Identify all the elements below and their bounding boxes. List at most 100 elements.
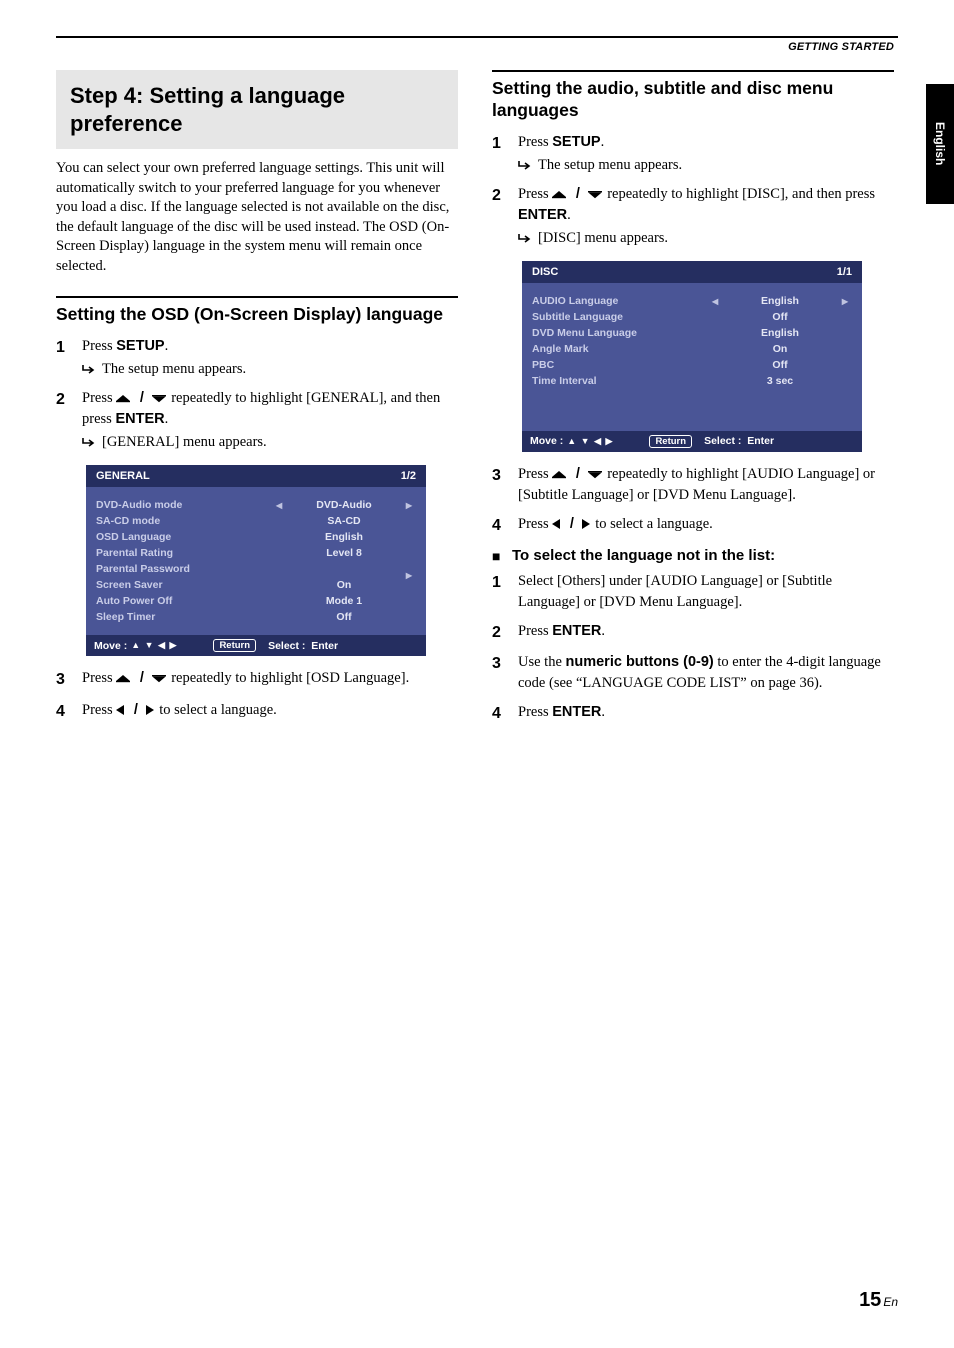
osd-row-value: English: [708, 327, 852, 339]
osd-row-label: Subtitle Language: [532, 311, 708, 323]
left-column: Step 4: Setting a language preference Yo…: [56, 70, 458, 734]
step-item: 2 Press / repeatedly to highlight [DISC]…: [492, 184, 894, 249]
osd-row: Screen SaverOn: [96, 577, 416, 593]
result-arrow-icon: [82, 432, 102, 453]
osd-menu-general: GENERAL 1/2 DVD-Audio modeDVD-Audio◀▶SA-…: [86, 465, 426, 656]
osd-footer-move: Move : ▲ ▼ ◀ ▶: [94, 640, 177, 652]
square-bullet-icon: ■: [492, 547, 512, 565]
step-title-box: Step 4: Setting a language preference: [56, 70, 458, 149]
step-item: 4 Press / to select a language.: [56, 700, 458, 723]
osd-row: OSD LanguageEnglish: [96, 529, 416, 545]
osd-row: AUDIO LanguageEnglish◀▶: [532, 293, 852, 309]
result-text: The setup menu appears.: [102, 359, 246, 380]
down-icon: [588, 191, 604, 200]
osd-row: PBCOff: [532, 357, 852, 373]
section-heading-disc: Setting the audio, subtitle and disc men…: [492, 78, 894, 122]
osd-row-value: Level 8: [272, 547, 416, 559]
osd-row: Auto Power OffMode 1: [96, 593, 416, 609]
osd-row-value: Off: [708, 359, 852, 371]
result-text: [DISC] menu appears.: [538, 228, 668, 249]
result-arrow-icon: [518, 228, 538, 249]
osd-row-label: SA-CD mode: [96, 515, 272, 527]
top-rule: [56, 36, 898, 38]
header-label: GETTING STARTED: [56, 41, 898, 56]
right-column: Setting the audio, subtitle and disc men…: [492, 70, 894, 734]
page-number: 15En: [859, 1289, 898, 1312]
osd-row: Sleep TimerOff: [96, 609, 416, 625]
step-number: 2: [492, 621, 518, 644]
result-text: [GENERAL] menu appears.: [102, 432, 267, 453]
step-number: 3: [492, 464, 518, 487]
osd-page-indicator: 1/1: [837, 266, 852, 278]
osd-row-value: English: [272, 531, 416, 543]
button-label: ENTER: [115, 411, 164, 427]
step-number: 2: [492, 184, 518, 207]
osd-row-label: Screen Saver: [96, 579, 272, 591]
button-label: ENTER: [552, 704, 601, 720]
step-number: 4: [492, 702, 518, 725]
section-heading-osd: Setting the OSD (On-Screen Display) lang…: [56, 304, 458, 326]
step-number: 2: [56, 388, 82, 411]
button-label: SETUP: [116, 338, 164, 354]
left-icon: [116, 705, 126, 716]
osd-footer-select: Select : Enter: [268, 640, 338, 652]
osd-footer-move: Move : ▲ ▼ ◀ ▶: [530, 435, 613, 447]
sub-heading-notinlist: ■ To select the language not in the list…: [492, 547, 894, 565]
step-item: 1 Select [Others] under [AUDIO Language]…: [492, 571, 894, 613]
down-icon: [152, 395, 168, 404]
osd-row-value: 3 sec: [708, 375, 852, 387]
step-number: 3: [492, 652, 518, 675]
step-number: 1: [56, 336, 82, 359]
left-icon: [552, 519, 562, 530]
result-arrow-icon: [518, 155, 538, 176]
osd-row-label: DVD-Audio mode: [96, 499, 272, 511]
step-item: 4 Press ENTER.: [492, 702, 894, 725]
intro-paragraph: You can select your own preferred langua…: [56, 159, 458, 276]
osd-row-value: Off: [708, 311, 852, 323]
result-text: The setup menu appears.: [538, 155, 682, 176]
button-label: ENTER: [552, 623, 601, 639]
osd-row: DVD-Audio modeDVD-Audio◀▶: [96, 497, 416, 513]
osd-row: Angle MarkOn: [532, 341, 852, 357]
osd-row-value: Mode 1: [272, 595, 416, 607]
step-item: 4 Press / to select a language.: [492, 514, 894, 537]
up-icon: [552, 191, 568, 200]
step-item: 3 Press / repeatedly to highlight [AUDIO…: [492, 464, 894, 506]
result-arrow-icon: [82, 359, 102, 380]
osd-footer-return: Return: [649, 435, 692, 448]
osd-row: Parental Password▶: [96, 561, 416, 577]
osd-row: SA-CD modeSA-CD: [96, 513, 416, 529]
step-item: 3 Use the numeric buttons (0-9) to enter…: [492, 652, 894, 694]
step-number: 1: [492, 571, 518, 594]
osd-menu-disc: DISC 1/1 AUDIO LanguageEnglish◀▶ Subtitle…: [522, 261, 862, 452]
down-icon: [152, 675, 168, 684]
osd-row-label: Auto Power Off: [96, 595, 272, 607]
step-number: 4: [56, 700, 82, 723]
osd-row-label: PBC: [532, 359, 708, 371]
step-number: 3: [56, 668, 82, 691]
osd-row-value: DVD-Audio◀▶: [272, 499, 416, 511]
step-item: 3 Press / repeatedly to highlight [OSD L…: [56, 668, 458, 691]
osd-row-value: Off: [272, 611, 416, 623]
step-item: 2 Press / repeatedly to highlight [GENER…: [56, 388, 458, 453]
button-label: SETUP: [552, 134, 600, 150]
osd-row-label: OSD Language: [96, 531, 272, 543]
up-icon: [116, 395, 132, 404]
osd-row: DVD Menu LanguageEnglish: [532, 325, 852, 341]
osd-row-value: English◀▶: [708, 295, 852, 307]
osd-title-text: GENERAL: [96, 470, 150, 482]
button-label: ENTER: [518, 207, 567, 223]
osd-row-value: On: [708, 343, 852, 355]
section-rule: [56, 296, 458, 298]
osd-title-text: DISC: [532, 266, 558, 278]
step-item: 2 Press ENTER.: [492, 621, 894, 644]
osd-row-value: On: [272, 579, 416, 591]
osd-footer-return: Return: [213, 639, 256, 652]
osd-row-label: Time Interval: [532, 375, 708, 387]
step-item: 1 Press SETUP. The setup menu appears.: [492, 132, 894, 176]
osd-row-value: SA-CD: [272, 515, 416, 527]
osd-row-label: Angle Mark: [532, 343, 708, 355]
osd-row-label: Sleep Timer: [96, 611, 272, 623]
osd-row-label: Parental Password: [96, 563, 272, 575]
up-icon: [116, 675, 132, 684]
